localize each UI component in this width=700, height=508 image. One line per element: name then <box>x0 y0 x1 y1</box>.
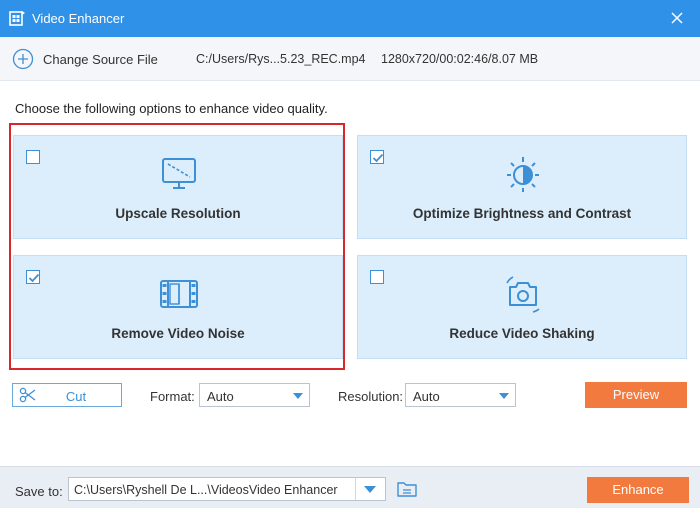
save-to-label: Save to: <box>15 484 63 499</box>
controls-row: Cut Format: Auto Resolution: Auto Previe… <box>0 380 700 412</box>
open-folder-icon[interactable] <box>396 479 418 499</box>
format-value: Auto <box>207 389 234 404</box>
reduce-video-shaking-label: Reduce Video Shaking <box>449 326 595 341</box>
reduce-video-shaking-checkbox[interactable] <box>370 270 384 284</box>
chevron-down-icon <box>364 486 376 493</box>
add-circle-icon[interactable] <box>12 48 34 70</box>
remove-video-noise-checkbox[interactable] <box>26 270 40 284</box>
remove-video-noise-label: Remove Video Noise <box>111 326 245 341</box>
film-noise-icon <box>160 280 198 308</box>
option-upscale-resolution[interactable]: Upscale Resolution <box>13 135 343 239</box>
cut-label: Cut <box>65 389 87 404</box>
title-bar: Video Enhancer <box>0 0 700 37</box>
change-source-file-button[interactable]: Change Source File <box>43 52 158 67</box>
check-icon <box>372 153 384 163</box>
optimize-brightness-label: Optimize Brightness and Contrast <box>412 206 632 221</box>
save-path-select[interactable]: C:\Users\Ryshell De L...\VideosVideo Enh… <box>68 477 386 501</box>
chevron-down-icon <box>499 393 509 399</box>
save-path-dropdown[interactable] <box>355 478 385 500</box>
format-label: Format: <box>150 389 195 404</box>
check-icon <box>28 273 40 283</box>
resolution-label: Resolution: <box>338 389 404 404</box>
option-remove-video-noise[interactable]: Remove Video Noise <box>13 255 343 359</box>
chevron-down-icon <box>293 393 303 399</box>
source-file-info: 1280x720/00:02:46/8.07 MB <box>381 52 539 66</box>
source-file-bar: Change Source File C:/Users/Rys...5.23_R… <box>0 37 700 81</box>
monitor-upscale-icon <box>162 158 196 189</box>
optimize-brightness-checkbox[interactable] <box>370 150 384 164</box>
option-reduce-video-shaking[interactable]: Reduce Video Shaking <box>357 255 687 359</box>
enhance-button[interactable]: Enhance <box>587 477 689 503</box>
video-enhancer-icon <box>9 11 25 26</box>
window-title: Video Enhancer <box>32 11 125 26</box>
format-select[interactable]: Auto <box>199 383 310 407</box>
camera-stabilize-icon <box>506 276 540 313</box>
source-file-path: C:/Users/Rys...5.23_REC.mp4 <box>196 52 366 66</box>
close-icon[interactable] <box>666 7 688 29</box>
resolution-select[interactable]: Auto <box>405 383 516 407</box>
resolution-value: Auto <box>413 389 440 404</box>
footer-bar: Save to: C:\Users\Ryshell De L...\Videos… <box>0 466 700 508</box>
cut-button[interactable]: Cut <box>12 383 122 407</box>
instructions-text: Choose the following options to enhance … <box>15 101 328 116</box>
brightness-sun-icon <box>507 157 539 192</box>
upscale-resolution-checkbox[interactable] <box>26 150 40 164</box>
save-path-value: C:\Users\Ryshell De L...\VideosVideo Enh… <box>74 483 338 497</box>
preview-button[interactable]: Preview <box>585 382 687 408</box>
upscale-resolution-label: Upscale Resolution <box>115 206 241 221</box>
option-optimize-brightness[interactable]: Optimize Brightness and Contrast <box>357 135 687 239</box>
